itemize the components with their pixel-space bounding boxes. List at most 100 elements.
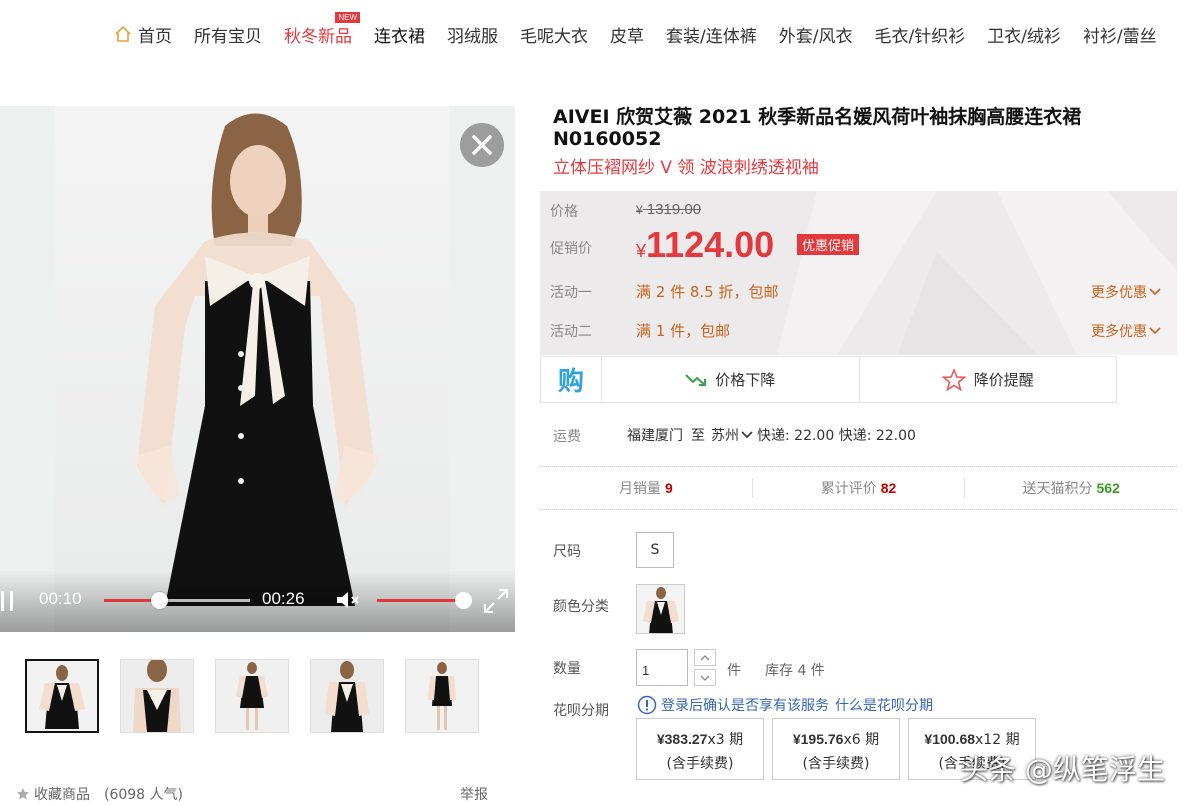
thumbnail-4[interactable] <box>310 659 384 733</box>
volume-fill <box>377 599 463 602</box>
nav-item-sets[interactable]: 套装/连体裤 <box>666 22 757 47</box>
chevron-down-icon <box>1149 288 1161 296</box>
promo-price-label: 促销价 <box>550 241 592 257</box>
price-alert-button[interactable]: 降价提醒 <box>858 357 1117 402</box>
promo-price-value: 1124.00 <box>646 224 775 265</box>
thumbnail-2[interactable] <box>120 659 194 733</box>
trend-down-icon <box>685 373 707 386</box>
report-link[interactable]: 举报 <box>460 784 488 804</box>
size-option-s[interactable]: S <box>636 532 674 568</box>
activity2-label: 活动二 <box>550 324 592 340</box>
product-photo <box>55 106 449 632</box>
nav-item-label: 衬衫/蕾丝 <box>1082 26 1157 47</box>
nav-item-label: 卫衣/绒衫 <box>987 26 1061 47</box>
reviews-value: 82 <box>880 480 897 496</box>
nav-home-label: 首页 <box>138 26 172 47</box>
nav-item-down-jackets[interactable]: 羽绒服 <box>447 22 498 47</box>
thumbnail-5[interactable] <box>405 659 479 733</box>
nav-item-label: 毛衣/针织衫 <box>874 26 966 47</box>
nav-item-new-arrivals[interactable]: 秋冬新品 NEW <box>284 11 360 47</box>
nav-item-sweatshirts[interactable]: 卫衣/绒衫 <box>987 22 1061 47</box>
nav-item-knitwear[interactable]: 毛衣/针织衫 <box>874 22 965 47</box>
volume-knob[interactable] <box>455 592 472 609</box>
nav-home[interactable]: 首页 <box>114 22 172 47</box>
nav-item-all[interactable]: 所有宝贝 <box>194 22 262 47</box>
huabei-note: 登录后确认是否享有该服务 什么是花呗分期 <box>637 695 933 715</box>
star-icon <box>17 788 29 800</box>
video-progress-bar[interactable] <box>104 592 250 609</box>
product-title: AIVEI 欣贺艾薇 2021 秋季新品名媛风荷叶袖抹胸高腰连衣裙 N01600… <box>553 106 1082 150</box>
chevron-down-icon <box>1149 327 1161 335</box>
points-label: 送天猫积分 <box>1022 481 1093 497</box>
huabei-note-text[interactable]: 登录后确认是否享有该服务 <box>661 695 829 715</box>
nav-item-outerwear[interactable]: 外套/风衣 <box>779 22 853 47</box>
quantity-label: 数量 <box>553 661 581 677</box>
new-badge: NEW <box>335 11 360 23</box>
color-option[interactable] <box>636 584 685 634</box>
more-offers-button-2[interactable]: 更多优惠 <box>1091 321 1161 341</box>
product-video[interactable]: 00:10 00:26 <box>0 106 515 632</box>
ship-to-word: 至 <box>691 428 705 444</box>
points-value: 562 <box>1096 480 1120 496</box>
chevron-up-icon <box>700 654 710 660</box>
color-label: 颜色分类 <box>553 599 609 615</box>
yen-symbol: ¥ <box>636 241 647 261</box>
quantity-decrease[interactable] <box>694 669 716 686</box>
ship-to-select[interactable]: 苏州 <box>711 425 753 445</box>
more-offers-label: 更多优惠 <box>1091 324 1147 340</box>
installment-option-3[interactable]: ¥383.27x3 期 (含手续费) <box>636 718 764 780</box>
star-outline-icon <box>941 368 966 391</box>
installment-option-6[interactable]: ¥195.76x6 期 (含手续费) <box>772 718 900 780</box>
chevron-down-icon <box>741 431 753 439</box>
price-drop-button[interactable]: 价格下降 <box>602 357 859 402</box>
collect-label: 收藏商品 <box>34 787 90 803</box>
installment-periods: x6 期 <box>843 732 880 748</box>
size-label: 尺码 <box>553 544 581 560</box>
quantity-unit: 件 <box>727 663 741 679</box>
quantity-increase[interactable] <box>694 649 716 666</box>
express-fee: 快递: 22.00 快递: 22.00 <box>757 428 916 444</box>
pause-icon[interactable] <box>0 591 16 611</box>
activity1-label: 活动一 <box>550 285 592 301</box>
nav-item-label: 套装/连体裤 <box>666 26 757 47</box>
quantity-input[interactable]: 1 <box>636 649 688 686</box>
nav-item-shirts[interactable]: 衬衫/蕾丝 <box>1083 22 1157 47</box>
price-action-row: 购 价格下降 降价提醒 <box>540 356 1117 403</box>
tmall-points: 送天猫积分 562 <box>964 478 1177 498</box>
thumbnail-1[interactable] <box>25 659 99 733</box>
thumbnail-strip <box>25 659 500 733</box>
product-subtitle: 立体压褶网纱 V 领 波浪刺绣透视袖 <box>553 158 819 178</box>
nav-item-label: 连衣裙 <box>374 26 425 47</box>
ship-to: 苏州 <box>711 428 739 444</box>
model-figure <box>135 113 380 606</box>
activity1-text: 满 2 件 8.5 折，包邮 <box>636 283 779 301</box>
more-offers-button-1[interactable]: 更多优惠 <box>1091 282 1161 302</box>
original-price: ¥ 1319.00 <box>636 201 701 218</box>
ship-from: 福建厦门 <box>627 428 683 444</box>
monthly-sales-value: 9 <box>664 480 673 496</box>
collect-link[interactable]: 收藏商品 (6098 人气) <box>16 784 183 804</box>
close-icon[interactable] <box>460 123 504 167</box>
installment-fee: (含手续费) <box>802 756 870 772</box>
review-count[interactable]: 累计评价 82 <box>751 478 965 498</box>
huabei-help-link[interactable]: 什么是花呗分期 <box>835 695 933 715</box>
fullscreen-icon[interactable] <box>482 587 510 615</box>
shop-nav: 首页 所有宝贝 秋冬新品 NEW 连衣裙 羽绒服 毛呢大衣 皮草 套装/连体裤 … <box>114 11 1179 48</box>
buy-icon-cell[interactable]: 购 <box>541 357 602 402</box>
nav-item-label: 羽绒服 <box>447 26 498 47</box>
monthly-sales-label: 月销量 <box>618 481 661 497</box>
thumbnail-3[interactable] <box>215 659 289 733</box>
popularity-count: (6098 人气) <box>104 787 184 803</box>
promo-price: ¥1124.00 <box>636 224 774 266</box>
reviews-label: 累计评价 <box>820 481 877 497</box>
promo-badge: 优惠促销 <box>797 234 860 255</box>
mute-icon[interactable] <box>335 589 361 611</box>
activity2-text: 满 1 件，包邮 <box>636 322 731 340</box>
nav-item-leather[interactable]: 皮草 <box>610 22 644 47</box>
nav-item-wool-coats[interactable]: 毛呢大衣 <box>520 22 588 47</box>
nav-item-label: 外套/风衣 <box>778 26 853 47</box>
volume-slider[interactable] <box>377 592 472 609</box>
nav-item-label: 所有宝贝 <box>194 26 262 47</box>
nav-item-label: 秋冬新品 <box>284 26 352 47</box>
nav-item-dresses[interactable]: 连衣裙 <box>374 22 425 47</box>
